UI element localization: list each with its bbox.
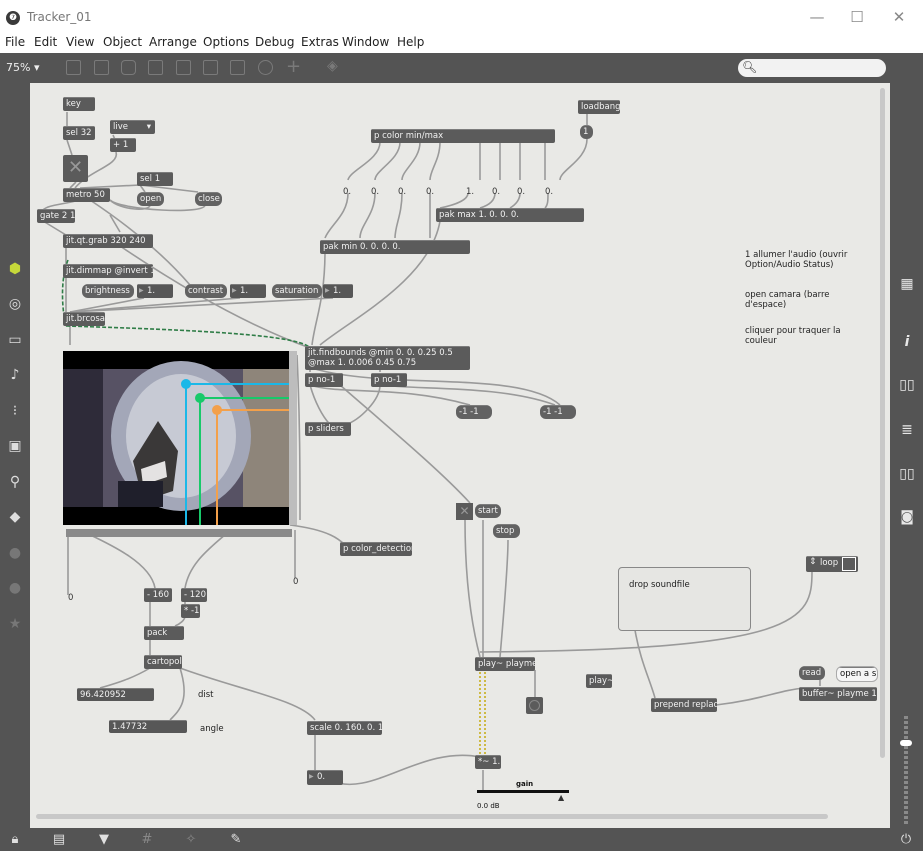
speaker-icon <box>529 700 540 711</box>
jit-brcosa-object[interactable]: jit.brcosa <box>63 312 105 326</box>
volume-track <box>904 716 908 826</box>
stop-message[interactable]: stop <box>493 524 520 538</box>
saturation-message[interactable]: saturation <box>272 284 322 298</box>
neg-one-message-left[interactable]: -1 -1 <box>456 405 492 419</box>
sel-1-object[interactable]: sel 1 <box>137 172 173 186</box>
sel-32-object[interactable]: sel 32 <box>63 126 95 140</box>
buffer-playme-object[interactable]: buffer~ playme 10 <box>799 687 877 701</box>
contrast-number[interactable]: 1. <box>230 284 266 298</box>
times-neg-1-object[interactable]: * -1 <box>181 604 200 618</box>
jit-qt-grab-object[interactable]: jit.qt.grab 320 240 <box>63 234 153 248</box>
p-color-detection-object[interactable]: p color_detection <box>340 542 412 556</box>
close-message[interactable]: close <box>195 192 222 206</box>
number-left[interactable]: 0 <box>68 593 73 603</box>
min-float-3[interactable]: 0. <box>398 187 406 197</box>
max-float-4[interactable]: 0. <box>545 187 553 197</box>
p-no-1-right-object[interactable]: p no-1 <box>371 373 407 387</box>
open-a-s-message[interactable]: open a s <box>836 666 878 682</box>
one-message[interactable]: 1 <box>580 125 593 139</box>
live-umenu[interactable]: live ▾ <box>110 120 155 134</box>
p-no-1-left-object[interactable]: p no-1 <box>305 373 343 387</box>
start-toggle[interactable]: ✕ <box>456 503 473 520</box>
pak-min-object[interactable]: pak min 0. 0. 0. 0. <box>320 240 470 254</box>
float-output-number[interactable]: 0. <box>307 770 343 785</box>
metro-object[interactable]: metro 50 <box>63 188 110 202</box>
max-float-3[interactable]: 0. <box>517 187 525 197</box>
max-float-2[interactable]: 0. <box>492 187 500 197</box>
key-object[interactable]: key <box>63 97 95 111</box>
play-playme-object[interactable]: play~ playme <box>475 657 535 671</box>
times-1-object[interactable]: *~ 1. <box>475 755 501 769</box>
loop-label: loop <box>820 558 839 568</box>
updown-icon: ⇕ <box>809 557 817 567</box>
volume-thumb[interactable] <box>900 740 912 746</box>
saturation-number[interactable]: 1. <box>323 284 353 298</box>
toggle-x-icon: ✕ <box>68 157 84 178</box>
min-float-2[interactable]: 0. <box>371 187 379 197</box>
video-preview-window[interactable] <box>63 351 289 525</box>
loadbang-object[interactable]: loadbang <box>578 100 620 114</box>
video-vertical-scrollbar[interactable] <box>289 351 297 525</box>
brightness-message[interactable]: brightness <box>82 284 134 298</box>
open-message[interactable]: open <box>137 192 164 206</box>
scale-object[interactable]: scale 0. 160. 0. 1. <box>307 721 382 735</box>
contrast-message[interactable]: contrast <box>185 284 227 298</box>
gain-thumb-icon[interactable]: ▲ <box>558 793 564 802</box>
prepend-replace-object[interactable]: prepend replace <box>651 698 717 712</box>
instruction-track: cliquer pour traquer la couleur <box>745 326 841 346</box>
ezdac-object[interactable] <box>526 697 543 714</box>
video-horizontal-scrollbar[interactable] <box>66 529 292 537</box>
distance-number[interactable]: 96.420952 <box>77 688 154 701</box>
min-float-1[interactable]: 0. <box>343 187 351 197</box>
pak-max-object[interactable]: pak max 1. 0. 0. 0. <box>436 208 584 222</box>
minus-160-object[interactable]: - 160 <box>144 588 172 602</box>
gain-track <box>477 790 569 793</box>
gain-label: gain <box>516 780 534 788</box>
angle-label: angle <box>200 724 224 734</box>
p-sliders-object[interactable]: p sliders <box>305 422 351 436</box>
start-message[interactable]: start <box>475 504 501 518</box>
tracking-overlay <box>181 379 289 525</box>
plus-1-object[interactable]: + 1 <box>110 138 136 152</box>
toggle-object[interactable]: ✕ <box>63 155 88 182</box>
min-float-4[interactable]: 0. <box>426 187 434 197</box>
neg-one-message-right[interactable]: -1 -1 <box>540 405 576 419</box>
dist-label: dist <box>198 690 214 700</box>
read-message[interactable]: read <box>799 666 825 680</box>
drop-soundfile-label: drop soundfile <box>629 580 690 590</box>
jit-findbounds-object[interactable]: jit.findbounds @min 0. 0. 0.25 0.5 @max … <box>305 346 470 370</box>
instruction-audio: 1 allumer l'audio (ouvrir Option/Audio S… <box>745 250 848 270</box>
brightness-number[interactable]: 1. <box>137 284 173 298</box>
chevron-down-icon: ▾ <box>146 122 151 132</box>
minus-120-object[interactable]: - 120 <box>181 588 207 602</box>
max-float-1[interactable]: 1. <box>466 187 474 197</box>
angle-number[interactable]: 1.47732 <box>109 720 187 733</box>
gain-slider[interactable]: gain ▲ 0.0 dB <box>475 780 570 810</box>
gate-object[interactable]: gate 2 1 <box>37 209 75 223</box>
play-object[interactable]: play~ <box>586 674 612 688</box>
instruction-camera: open camara (barre d'espace) <box>745 290 830 310</box>
pack-object[interactable]: pack <box>144 626 184 640</box>
drop-soundfile-area[interactable]: drop soundfile <box>618 567 751 631</box>
number-right[interactable]: 0 <box>293 577 298 587</box>
cartopol-object[interactable]: cartopol <box>144 655 182 669</box>
gain-value: 0.0 dB <box>477 802 500 810</box>
jit-dimmap-object[interactable]: jit.dimmap @invert 1 0 <box>63 264 153 278</box>
live-umenu-label: live <box>113 122 128 132</box>
color-min-max-object[interactable]: p color min/max <box>371 129 555 143</box>
loop-checkbox[interactable] <box>842 557 856 571</box>
master-volume-slider[interactable] <box>899 716 913 826</box>
